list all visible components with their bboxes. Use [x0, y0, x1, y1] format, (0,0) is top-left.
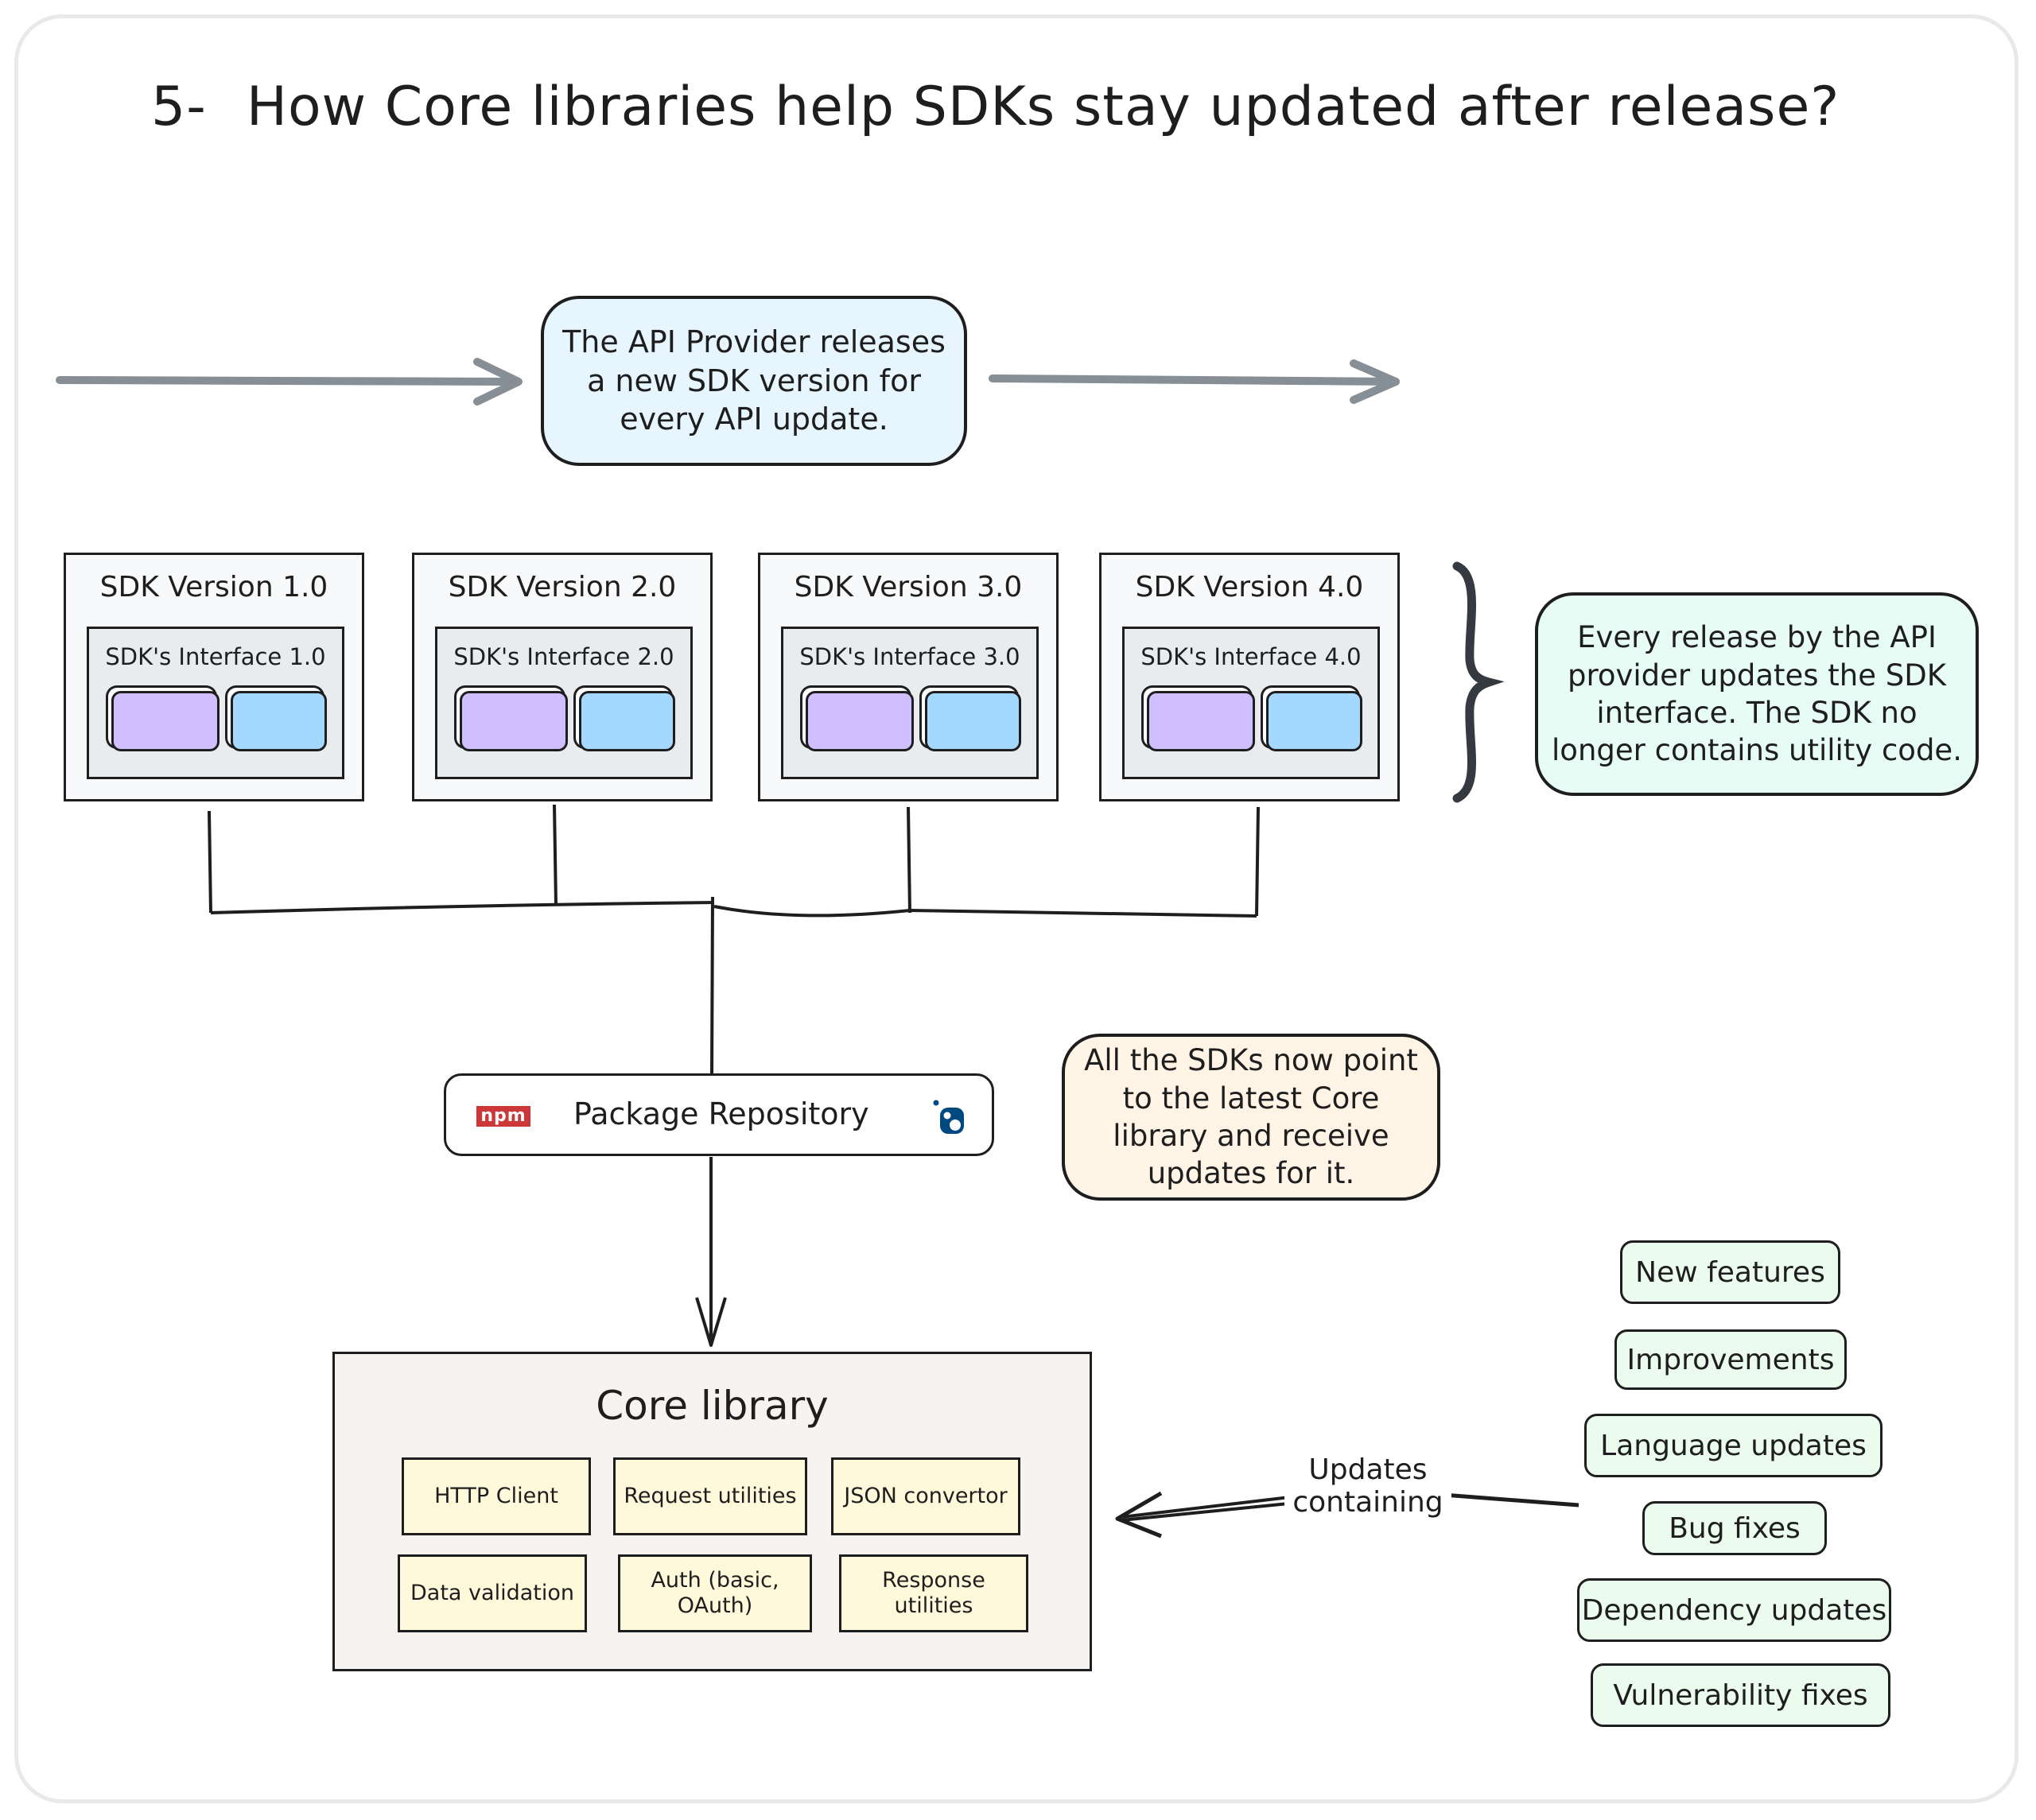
sdk-interface-box: SDK's Interface 1.0 — [87, 627, 344, 779]
arrow-into-release-note — [56, 358, 523, 406]
sdk-interface-title: SDK's Interface 1.0 — [105, 643, 326, 670]
npm-logo-icon: npm — [476, 1106, 530, 1127]
sdk-interface-title: SDK's Interface 4.0 — [1140, 643, 1362, 670]
interface-module-blue — [1266, 691, 1362, 751]
sdk-version-title: SDK Version 2.0 — [448, 571, 677, 603]
sdk-interface-box: SDK's Interface 2.0 — [435, 627, 693, 779]
interface-note: Every release by the API provider update… — [1535, 592, 1979, 796]
release-note-text: The API Provider releases a new SDK vers… — [562, 324, 946, 437]
update-type: Vulnerability fixes — [1591, 1663, 1890, 1727]
sdk-interface-box: SDK's Interface 4.0 — [1122, 627, 1380, 779]
release-note: The API Provider releases a new SDK vers… — [541, 296, 967, 466]
update-type: New features — [1620, 1240, 1840, 1304]
core-module-label: Auth (basic, OAuth) — [651, 1567, 779, 1618]
sdk-version-title: SDK Version 4.0 — [1135, 571, 1364, 603]
sdk-version-card: SDK Version 3.0 SDK's Interface 3.0 — [758, 553, 1059, 801]
sdk-version-card: SDK Version 4.0 SDK's Interface 4.0 — [1099, 553, 1400, 801]
update-type-label: New features — [1635, 1255, 1825, 1289]
sdk-version-title: SDK Version 1.0 — [99, 571, 328, 603]
arrow-out-of-release-note — [989, 359, 1400, 404]
interface-module-purple — [460, 691, 568, 751]
core-module: JSON convertor — [831, 1457, 1020, 1535]
core-note-text: All the SDKs now point to the latest Cor… — [1084, 1043, 1418, 1191]
update-type-label: Bug fixes — [1669, 1511, 1801, 1545]
core-module: Response utilities — [839, 1554, 1028, 1632]
package-repository: npm Package Repository — [444, 1073, 994, 1156]
interface-module-purple — [111, 691, 220, 751]
update-type: Bug fixes — [1642, 1501, 1827, 1555]
sdk-version-card: SDK Version 2.0 SDK's Interface 2.0 — [412, 553, 713, 801]
sdk-version-card: SDK Version 1.0 SDK's Interface 1.0 — [64, 553, 364, 801]
sdk-interface-title: SDK's Interface 2.0 — [453, 643, 674, 670]
update-type: Language updates — [1584, 1414, 1883, 1477]
sdk-interface-title: SDK's Interface 3.0 — [799, 643, 1020, 670]
core-module-label: Data validation — [410, 1580, 574, 1605]
update-type: Improvements — [1614, 1329, 1847, 1390]
core-library: Core library HTTP Client Request utiliti… — [332, 1352, 1092, 1671]
interface-module-purple — [1147, 691, 1255, 751]
core-module-label: HTTP Client — [434, 1483, 558, 1508]
update-type-label: Vulnerability fixes — [1613, 1678, 1868, 1712]
arrow-repo-to-core — [695, 1157, 727, 1347]
core-module: Data validation — [398, 1554, 587, 1632]
interface-note-text: Every release by the API provider update… — [1552, 620, 1962, 768]
sdk-interface-box: SDK's Interface 3.0 — [781, 627, 1039, 779]
update-type: Dependency updates — [1577, 1578, 1891, 1642]
update-type-label: Dependency updates — [1581, 1593, 1887, 1627]
core-module-label: Request utilities — [624, 1483, 797, 1508]
sdk-version-title: SDK Version 3.0 — [794, 571, 1023, 603]
core-library-title: Core library — [596, 1383, 829, 1429]
update-type-label: Language updates — [1600, 1429, 1867, 1462]
brace-icon — [1452, 561, 1505, 803]
interface-module-purple — [806, 691, 914, 751]
core-module: HTTP Client — [402, 1457, 591, 1535]
interface-module-blue — [579, 691, 675, 751]
nuget-logo-icon — [933, 1100, 964, 1134]
package-repository-label: Package Repository — [573, 1096, 869, 1131]
interface-module-blue — [231, 691, 327, 751]
interface-module-blue — [925, 691, 1021, 751]
updates-containing-label: Updates containing — [1284, 1453, 1451, 1519]
core-note: All the SDKs now point to the latest Cor… — [1062, 1034, 1440, 1201]
core-module: Request utilities — [613, 1457, 807, 1535]
core-module: Auth (basic, OAuth) — [618, 1554, 812, 1632]
update-type-label: Improvements — [1626, 1343, 1835, 1376]
core-module-label: Response utilities — [882, 1567, 985, 1618]
core-module-label: JSON convertor — [844, 1483, 1008, 1508]
